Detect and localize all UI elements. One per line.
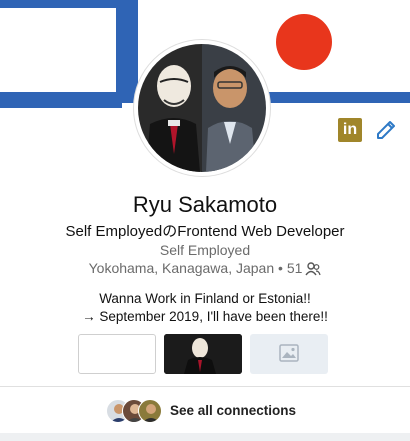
separator-dot: • bbox=[278, 260, 283, 276]
banner-stripe-vertical bbox=[116, 0, 138, 103]
section-divider bbox=[0, 386, 410, 387]
media-thumbnail-photo bbox=[164, 334, 242, 374]
profile-headline: Self EmployedのFrontend Web Developer bbox=[65, 223, 345, 240]
location-row: Yokohama, Kanagawa, Japan • 51 bbox=[0, 260, 410, 276]
profile-company[interactable]: Self Employed bbox=[0, 242, 410, 258]
edit-pencil-icon[interactable] bbox=[374, 118, 398, 142]
media-thumbnail-3[interactable] bbox=[250, 334, 328, 374]
profile-summary: Wanna Work in Finland or Estonia!! → Sep… bbox=[0, 290, 410, 326]
media-thumbnail-1[interactable] bbox=[78, 334, 156, 374]
media-thumbnail-2[interactable] bbox=[164, 334, 242, 374]
see-all-connections-link[interactable]: See all connections bbox=[170, 403, 296, 418]
banner-white-panel bbox=[0, 8, 116, 92]
linkedin-icon[interactable]: in bbox=[338, 118, 362, 142]
see-all-connections-row[interactable]: See all connections bbox=[0, 398, 410, 426]
connections-count[interactable]: 51 bbox=[287, 260, 303, 276]
banner-red-circle bbox=[276, 14, 332, 70]
summary-line-1: Wanna Work in Finland or Estonia!! bbox=[99, 291, 311, 306]
profile-avatar[interactable] bbox=[134, 40, 270, 176]
connection-avatar-3 bbox=[138, 399, 162, 423]
image-placeholder-icon bbox=[279, 344, 299, 362]
profile-location: Yokohama, Kanagawa, Japan bbox=[88, 260, 275, 276]
connection-avatars bbox=[106, 399, 164, 423]
avatar-photo bbox=[138, 44, 266, 172]
bottom-separator-bar bbox=[0, 433, 410, 441]
connections-icon[interactable] bbox=[305, 262, 321, 276]
profile-name: Ryu Sakamoto bbox=[132, 192, 278, 217]
summary-line-2: → September 2019, I'll have been there!! bbox=[82, 309, 328, 324]
